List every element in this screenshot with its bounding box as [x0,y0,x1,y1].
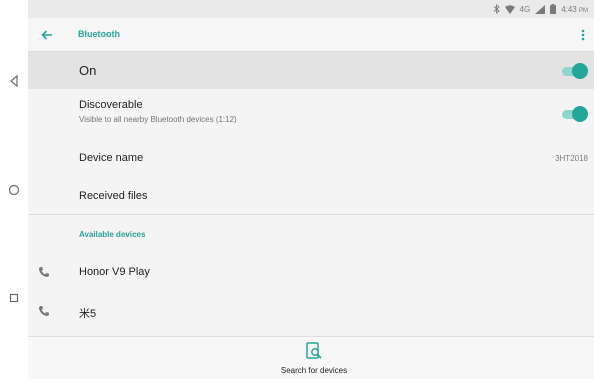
discoverable-row[interactable]: Discoverable Visible to all nearby Bluet… [28,89,594,141]
toggle-thumb [572,63,588,79]
bottom-action-bar: Search for devices [28,336,594,379]
back-arrow-icon[interactable] [38,26,56,44]
overflow-menu-icon[interactable] [578,26,588,44]
device-name: Honor V9 Play [79,266,150,278]
phone-icon [36,264,52,280]
home-circle-icon[interactable] [4,180,24,200]
bluetooth-on-row[interactable]: On [28,52,594,89]
signal-icon [535,4,546,14]
bluetooth-status-icon [493,4,500,14]
page-title: Bluetooth [78,29,120,39]
status-bar: 4G 4:43 PM [28,0,594,18]
device-name-label: Device name [79,152,144,164]
received-files-label: Received files [79,190,148,202]
search-for-devices-button[interactable]: Search for devices [264,341,364,377]
clock: 4:43 PM [561,4,588,14]
discoverable-toggle-switch[interactable] [562,106,588,122]
received-files-row[interactable]: Received files [28,178,594,215]
bluetooth-on-label: On [79,63,97,78]
system-navigation-bar [0,0,28,379]
app-toolbar: Bluetooth [28,18,594,52]
search-for-devices-label: Search for devices [280,366,348,375]
wifi-icon [504,4,515,14]
phone-icon [36,303,52,319]
discoverable-label: Discoverable [79,99,143,111]
search-device-icon [304,341,324,361]
discoverable-subtitle: Visible to all nearby Bluetooth devices … [79,115,237,124]
bluetooth-toggle-switch[interactable] [562,63,588,79]
network-type-label: 4G [519,4,531,14]
available-devices-header: Available devices [79,230,146,239]
recents-square-icon[interactable] [4,288,24,308]
device-name-value: 3HT2018 [555,154,588,163]
battery-icon [550,4,557,14]
back-triangle-icon[interactable] [4,71,24,91]
bluetooth-settings-screen: 4G 4:43 PM Bluetooth On Discoverable Vis… [28,0,594,379]
device-name: 米5 [79,308,97,320]
device-list-item[interactable]: 米5 [28,294,594,330]
device-list-item[interactable]: Honor V9 Play [28,255,594,291]
toggle-thumb [572,106,588,122]
device-name-row[interactable]: Device name 3HT2018 [28,141,594,178]
